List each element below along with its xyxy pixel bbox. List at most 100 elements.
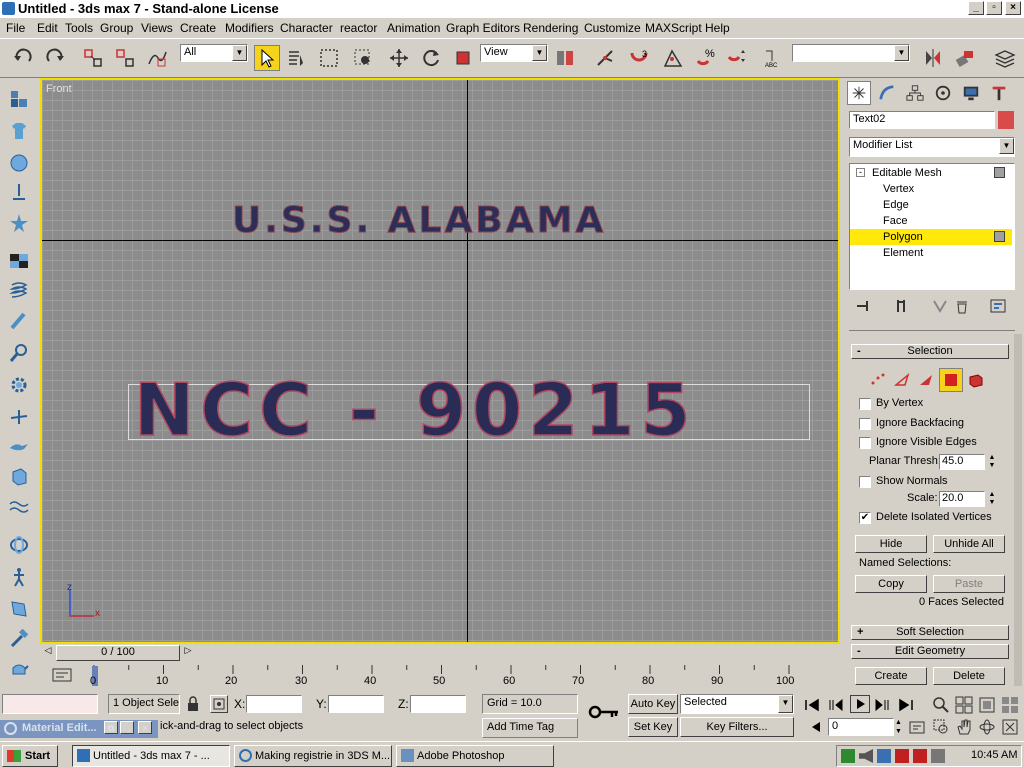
menu-create[interactable]: Create [180, 21, 216, 35]
y-coordinate-field[interactable] [328, 695, 384, 713]
set-key-button[interactable]: Set Key [628, 717, 678, 737]
taskbar-browser[interactable]: Making registrie in 3DS M... [234, 745, 392, 767]
utilities-tab-icon[interactable] [987, 81, 1011, 105]
create-tab-icon[interactable] [847, 81, 871, 105]
mirror-icon[interactable] [920, 45, 946, 71]
front-viewport[interactable]: Front U.S.S. ALABAMA NCC - 90215 z x [40, 78, 840, 644]
selection-rollout-header[interactable]: - Selection [851, 344, 1009, 359]
delete-isolated-vertices-checkbox[interactable]: ✔ [859, 512, 871, 524]
gear-icon[interactable] [6, 372, 32, 398]
taskbar-3dsmax[interactable]: Untitled - 3ds max 7 - ... [72, 745, 230, 767]
menu-rendering[interactable]: Rendering [523, 21, 578, 35]
delete-button[interactable]: Delete [933, 667, 1005, 685]
torus-knot-icon[interactable] [6, 532, 32, 558]
minimize-button[interactable]: _ [968, 1, 984, 15]
zoom-icon[interactable] [932, 696, 950, 717]
move-icon[interactable] [386, 45, 412, 71]
edge-mode-icon[interactable] [893, 371, 911, 392]
pin-stack-icon[interactable] [855, 298, 873, 317]
add-time-tag[interactable]: Add Time Tag [482, 718, 578, 738]
stack-item-element[interactable]: Element [850, 245, 1012, 261]
menu-file[interactable]: File [6, 21, 25, 35]
percent-snap-icon[interactable]: % [692, 45, 718, 71]
soft-selection-rollout-header[interactable]: + Soft Selection [851, 625, 1009, 640]
volume-icon[interactable] [859, 749, 873, 763]
scale-arrows[interactable]: ▲ ▼ [987, 491, 997, 507]
polygon-mode-icon[interactable] [939, 368, 963, 392]
previous-frame-icon[interactable] [828, 698, 844, 715]
redo-icon[interactable] [42, 45, 68, 71]
hierarchy-tab-icon[interactable] [903, 81, 927, 105]
shirt-icon[interactable] [6, 118, 32, 144]
z-coordinate-field[interactable] [410, 695, 466, 713]
named-selection-sets-dropdown[interactable]: ▼ [792, 44, 910, 62]
unhide-all-button[interactable]: Unhide All [933, 535, 1005, 553]
menu-graph-editors[interactable]: Graph Editors [446, 21, 520, 35]
wave-icon[interactable] [6, 494, 32, 520]
track-bar[interactable]: 0 10 20 30 40 50 60 70 80 90 100 [90, 664, 840, 690]
menu-customize[interactable]: Customize [584, 21, 641, 35]
absolute-mode-icon[interactable] [210, 695, 228, 713]
ignore-visible-edges-checkbox[interactable] [859, 437, 871, 449]
menu-modifiers[interactable]: Modifiers [225, 21, 274, 35]
tray-alert-icon[interactable] [913, 749, 927, 763]
menu-help[interactable]: Help [705, 21, 730, 35]
edit-named-selection-icon[interactable]: ABC [760, 45, 786, 71]
spring-icon[interactable] [6, 278, 32, 304]
window-crossing-icon[interactable] [350, 45, 376, 71]
tray-red-icon[interactable] [895, 749, 909, 763]
material-editor-close[interactable]: × [138, 721, 152, 734]
show-normals-checkbox[interactable] [859, 476, 871, 488]
align-icon[interactable] [952, 45, 978, 71]
tray-app-icon[interactable] [877, 749, 891, 763]
key-mode-toggle-icon[interactable] [806, 720, 822, 737]
material-editor-restore[interactable]: ⧉ [104, 721, 118, 734]
stack-item-polygon[interactable]: Polygon [850, 229, 1012, 245]
menu-views[interactable]: Views [141, 21, 173, 35]
menu-maxscript[interactable]: MAXScript [645, 21, 702, 35]
snap-toggle-icon[interactable]: 3 [626, 45, 652, 71]
collapse-icon[interactable]: - [856, 168, 865, 177]
pin-icon[interactable] [6, 180, 32, 206]
make-unique-icon[interactable] [931, 298, 949, 317]
taskbar-photoshop[interactable]: Adobe Photoshop [396, 745, 554, 767]
normal-scale-spinner[interactable]: 20.0 [939, 491, 985, 507]
motion-tab-icon[interactable] [931, 81, 955, 105]
material-editor-maximize[interactable]: □ [120, 721, 134, 734]
remove-modifier-icon[interactable] [953, 298, 971, 317]
display-tab-icon[interactable] [959, 81, 983, 105]
zoom-extents-all-icon[interactable] [1001, 696, 1019, 717]
create-box-icon[interactable] [6, 86, 32, 112]
rectangular-selection-icon[interactable] [316, 45, 342, 71]
plane-icon[interactable] [6, 596, 32, 622]
lock-selection-icon[interactable] [186, 696, 200, 715]
planar-thresh-spinner[interactable]: 45.0 [939, 454, 985, 470]
cylinder-tool-icon[interactable] [6, 308, 32, 334]
bind-space-warp-icon[interactable] [144, 45, 170, 71]
create-button[interactable]: Create [855, 667, 927, 685]
angle-snap-icon[interactable] [660, 45, 686, 71]
select-by-name-icon[interactable] [284, 45, 310, 71]
face-mode-icon[interactable] [917, 371, 935, 392]
auto-key-button[interactable]: Auto Key [628, 694, 678, 714]
zoom-extents-icon[interactable] [978, 696, 996, 717]
start-button[interactable]: Start [2, 745, 58, 767]
key-filters-button[interactable]: Key Filters... [680, 717, 794, 737]
planar-thresh-arrows[interactable]: ▲ ▼ [987, 454, 997, 470]
tray-network-icon[interactable] [841, 749, 855, 763]
menu-tools[interactable]: Tools [65, 21, 93, 35]
sphere-icon[interactable] [6, 150, 32, 176]
lightbulb-icon[interactable] [994, 231, 1005, 242]
key-mode-dropdown[interactable]: Selected ▼ [680, 694, 794, 714]
magnifier-tool-icon[interactable] [6, 340, 32, 366]
close-button[interactable]: × [1005, 1, 1021, 15]
tray-device-icon[interactable] [931, 749, 945, 763]
text-object-uss-alabama[interactable]: U.S.S. ALABAMA [231, 200, 606, 242]
biped-icon[interactable] [6, 564, 32, 590]
menu-character[interactable]: Character [280, 21, 333, 35]
menu-group[interactable]: Group [100, 21, 133, 35]
time-configuration-icon[interactable] [908, 718, 926, 739]
teapot-icon[interactable] [6, 656, 32, 682]
stack-item-vertex[interactable]: Vertex [850, 181, 1012, 197]
set-key-mode-icon[interactable] [586, 700, 622, 727]
